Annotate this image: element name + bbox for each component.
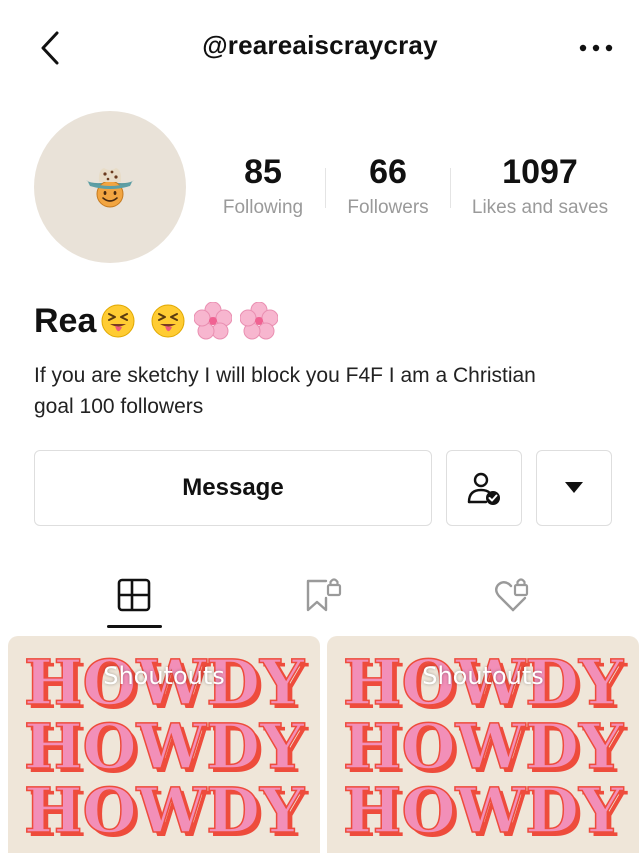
cherry-blossom-emoji-icon [240,302,279,340]
chevron-left-icon [41,31,59,65]
following-label: Following [222,197,304,218]
display-name-row: Rea [34,300,279,342]
stat-following[interactable]: 85 Following [215,150,311,222]
profile-username: @reareaiscraycray [202,30,438,60]
stat-likes-saves[interactable]: 1097 Likes and saves [465,150,615,222]
howdy-art-text: HOWDY [343,710,624,783]
posts-grid: HOWDY HOWDY HOWDY HOWDY HOWDY HOWDY Shou… [0,636,640,853]
tab-likes[interactable] [482,570,542,620]
stat-divider [325,168,326,208]
squinting-tongue-emoji-icon [150,303,186,339]
likes-saves-label: Likes and saves [471,197,609,218]
tab-notes[interactable] [104,570,164,620]
following-status-button[interactable] [446,450,522,526]
squinting-tongue-emoji-icon [100,303,136,339]
profile-tabs [0,560,640,630]
triangle-down-icon [565,482,583,493]
message-button[interactable]: Message [34,450,432,526]
stat-followers[interactable]: 66 Followers [340,150,436,222]
bookmark-lock-icon [306,578,342,612]
post-title: Shoutouts [103,662,225,690]
avatar[interactable] [34,111,186,263]
more-options-button[interactable] [576,34,616,62]
post-card[interactable]: HOWDY HOWDY HOWDY HOWDY HOWDY HOWDY Shou… [327,636,639,853]
active-tab-indicator [107,625,162,628]
top-bar: @reareaiscraycray [0,0,640,96]
display-name: Rea [34,301,97,340]
likes-saves-count: 1097 [502,153,578,191]
profile-bio: If you are sketchy I will block you F4F … [34,360,614,422]
grid-icon [117,578,151,612]
followers-count: 66 [369,153,407,191]
howdy-art-text: HOWDY [24,774,305,847]
profile-actions: Message [34,450,614,526]
more-dots-icon [579,44,613,52]
following-count: 85 [244,153,282,191]
tab-collects[interactable] [293,570,353,620]
cherry-blossom-emoji-icon [194,302,233,340]
more-actions-dropdown-button[interactable] [536,450,612,526]
post-title: Shoutouts [422,662,544,690]
heart-lock-icon [495,578,529,612]
post-card[interactable]: HOWDY HOWDY HOWDY HOWDY HOWDY HOWDY Shou… [8,636,320,853]
followers-label: Followers [347,197,429,218]
bio-line: goal 100 followers [34,395,204,418]
howdy-art-text: HOWDY [343,774,624,847]
stat-divider [450,168,451,208]
back-button[interactable] [32,28,68,68]
profile-stats: 85 Following 66 Followers 1097 Likes and… [200,150,630,230]
howdy-art-text: HOWDY [24,710,305,783]
user-check-icon [467,472,500,505]
cowboy-smiley-icon [86,168,134,208]
bio-line: If you are sketchy I will block you F4F … [34,364,536,387]
